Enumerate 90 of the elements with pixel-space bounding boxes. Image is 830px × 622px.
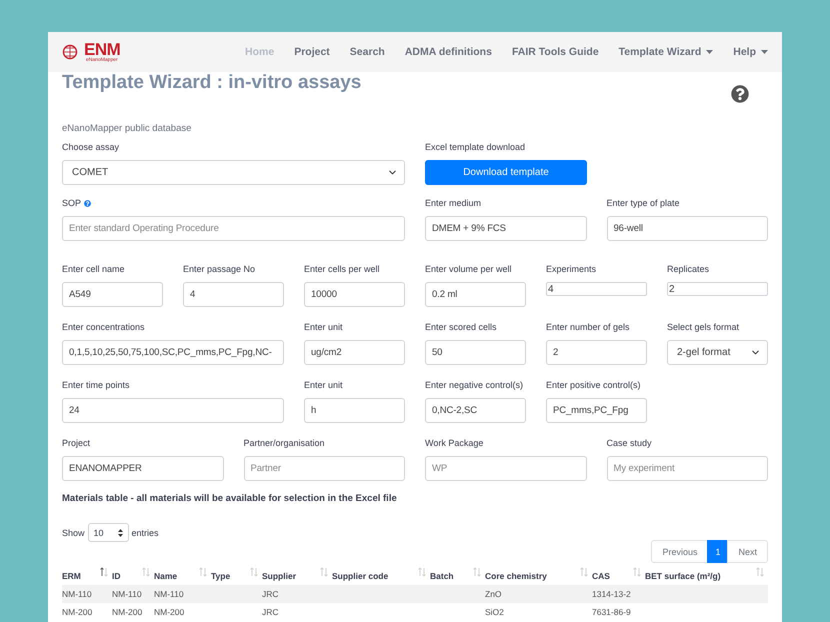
column-header[interactable]: ID <box>112 571 120 581</box>
nav-link[interactable]: FAIR Tools Guide <box>512 46 599 58</box>
show-label: Show <box>62 528 85 538</box>
field-label: Enter type of plate <box>606 197 680 209</box>
page-button[interactable]: 1 <box>707 540 728 563</box>
table-cell: NM-110 <box>112 585 154 603</box>
field-label: Enter number of gels <box>546 321 630 333</box>
field-label: Enter medium <box>425 197 482 209</box>
field-label: Enter cell name <box>62 263 125 275</box>
field-label: Enter volume per well <box>425 263 512 275</box>
column-header[interactable]: Supplier code <box>332 571 388 581</box>
select-field[interactable]: 2-gel format <box>667 340 768 365</box>
field-label: Enter positive control(s) <box>546 379 641 391</box>
table-cell: 1314-13-2 <box>592 585 645 603</box>
input-field[interactable]: WP <box>425 456 586 481</box>
column-header[interactable]: Name <box>154 571 178 581</box>
input-field[interactable]: 2 <box>667 282 768 296</box>
input-field[interactable]: 0,1,5,10,25,50,75,100,SC,PC_mms,PC_Fpg,NC- <box>62 340 284 365</box>
column-header[interactable]: Core chemistry <box>485 571 547 581</box>
field-label: Replicates <box>667 263 710 275</box>
field-label: Enter passage No <box>183 263 256 275</box>
nav-link[interactable]: ADMA definitions <box>404 46 492 58</box>
field-label: SOP <box>62 197 82 209</box>
input-field[interactable]: Partner <box>244 456 405 481</box>
field-label: Enter unit <box>304 379 343 391</box>
column-header[interactable]: ERM <box>62 571 81 581</box>
input-field[interactable]: 50 <box>425 340 526 365</box>
column-header[interactable]: Supplier <box>262 571 296 581</box>
page-size-select[interactable]: 10 <box>88 523 129 542</box>
input-field[interactable]: 2 <box>546 340 647 365</box>
field-label: Enter concentrations <box>62 321 145 333</box>
column-header[interactable]: Type <box>211 571 230 581</box>
help-icon[interactable] <box>731 85 749 103</box>
column-header[interactable]: Batch <box>430 571 454 581</box>
input-field[interactable]: 4 <box>546 282 647 296</box>
page-title: Template Wizard : in-vitro assays <box>62 71 362 95</box>
table-cell: JRC <box>262 603 332 621</box>
column-header[interactable]: BET surface (m²/g) <box>645 571 721 581</box>
input-field[interactable]: 10000 <box>304 282 405 307</box>
field-label: Enter time points <box>62 379 130 391</box>
previous-button[interactable]: Previous <box>651 540 708 563</box>
field-label: Work Package <box>425 437 484 449</box>
input-field[interactable]: 24 <box>62 398 284 423</box>
help-icon[interactable] <box>84 200 92 206</box>
field-label: Choose assay <box>62 141 120 153</box>
input-field[interactable]: DMEM + 9% FCS <box>425 216 586 241</box>
field-label: Enter cells per well <box>304 263 380 275</box>
table-cell: NM-110 <box>62 585 112 603</box>
column-header[interactable]: CAS <box>592 571 610 581</box>
field-label: Case study <box>606 437 652 449</box>
table-cell: JRC <box>262 585 332 603</box>
field-label: Project <box>62 437 90 449</box>
input-field[interactable]: 96-well <box>606 216 768 241</box>
field-label: Experiments <box>546 263 596 275</box>
input-field[interactable]: ug/cm2 <box>304 340 405 365</box>
field-label: Enter unit <box>304 321 343 333</box>
logo-text: ENM <box>84 41 120 58</box>
table-cell: NM-200 <box>154 603 211 621</box>
input-field[interactable]: A549 <box>62 282 163 307</box>
field-label: Excel template download <box>425 141 526 153</box>
nav-link[interactable]: Template Wizard <box>618 46 714 58</box>
input-field[interactable]: 0,NC-2,SC <box>425 398 526 423</box>
up-down-icon <box>118 528 123 536</box>
nav-link[interactable]: Search <box>350 46 385 58</box>
table-cell: NM-200 <box>112 603 154 621</box>
input-field[interactable]: Enter standard Operating Procedure <box>62 216 405 241</box>
input-field[interactable]: h <box>304 398 405 423</box>
table-cell: ZnO <box>485 585 592 603</box>
input-field[interactable]: 0.2 ml <box>425 282 526 307</box>
input-field[interactable]: My experiment <box>606 456 768 481</box>
download-button[interactable]: Download template <box>425 160 587 185</box>
field-label: Enter scored cells <box>425 321 497 333</box>
select-field[interactable]: COMET <box>62 160 405 185</box>
database-label: eNanoMapper public database <box>62 123 192 135</box>
nav-link[interactable]: Project <box>294 46 330 58</box>
nav-link[interactable]: Help <box>733 46 768 58</box>
table-cell: NM-200 <box>62 603 112 621</box>
field-label: Partner/organisation <box>244 437 325 449</box>
table-heading: Materials table - all materials will be available for selection in the Excel file <box>62 493 398 505</box>
next-button[interactable]: Next <box>727 540 768 563</box>
input-field[interactable]: ENANOMAPPER <box>62 456 224 481</box>
table-cell: NM-110 <box>154 585 211 603</box>
field-label: Enter negative control(s) <box>425 379 524 391</box>
input-field[interactable]: PC_mms,PC_Fpg <box>546 398 647 423</box>
input-field[interactable]: 4 <box>183 282 284 307</box>
table-cell: SiO2 <box>485 603 592 621</box>
field-label: Select gels format <box>667 321 740 333</box>
table-cell: 7631-86-9 <box>592 603 645 621</box>
entries-label: entries <box>132 528 159 538</box>
sort-icon[interactable] <box>100 567 108 577</box>
